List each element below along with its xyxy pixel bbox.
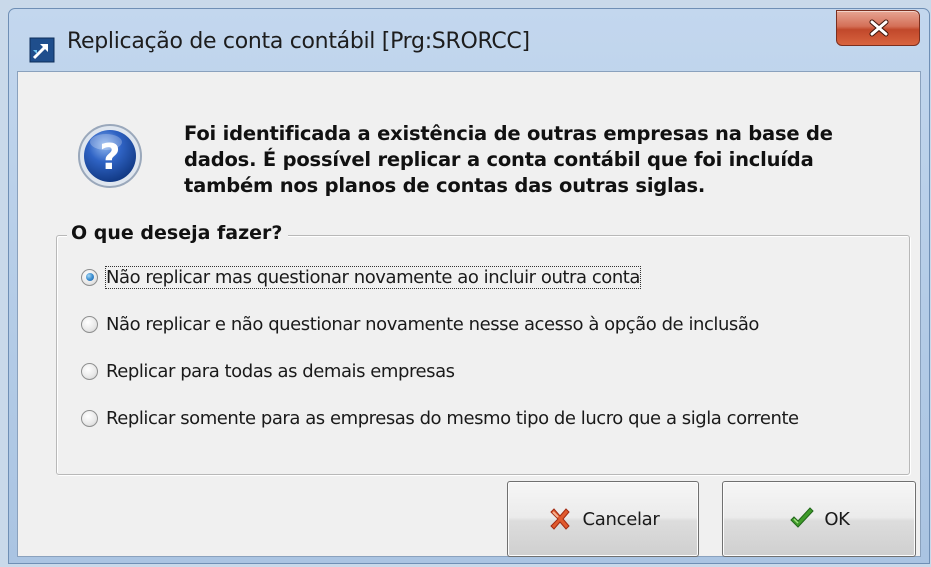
options-groupbox: O que deseja fazer? Não replicar mas que… xyxy=(56,222,910,475)
radio-option-replicate-same-profit-type[interactable]: Replicar somente para as empresas do mes… xyxy=(81,404,799,432)
close-button[interactable] xyxy=(836,10,920,46)
cancel-button[interactable]: Cancelar xyxy=(507,481,699,557)
message-line: dados. É possível replicar a conta contá… xyxy=(184,148,814,171)
ok-label: OK xyxy=(824,508,850,530)
message-line: também nos planos de contas das outras s… xyxy=(184,174,706,197)
radio-option-replicate-all[interactable]: Replicar para todas as demais empresas xyxy=(81,357,455,385)
question-icon: ? xyxy=(76,122,144,190)
info-message: Foi identificada a existência de outras … xyxy=(184,121,904,199)
close-icon xyxy=(869,19,889,37)
radio-label[interactable]: Não replicar e não questionar novamente … xyxy=(106,314,759,335)
dialog-window: Replicação de conta contábil [Prg:SRORCC… xyxy=(8,8,930,564)
message-line: Foi identificada a existência de outras … xyxy=(184,122,833,145)
cancel-label: Cancelar xyxy=(582,508,660,530)
title-bar[interactable]: Replicação de conta contábil [Prg:SRORCC… xyxy=(9,9,929,71)
radio-button-selected[interactable] xyxy=(81,268,98,286)
green-checkmark-icon xyxy=(790,507,815,528)
svg-text:?: ? xyxy=(100,137,121,178)
radio-option-no-replicate-ask-again[interactable]: Não replicar mas questionar novamente ao… xyxy=(81,263,641,291)
radio-label[interactable]: Replicar para todas as demais empresas xyxy=(106,361,455,382)
app-arrow-icon xyxy=(29,37,55,63)
dialog-body: ? Foi identificada a existência de outra… xyxy=(17,71,921,557)
radio-label[interactable]: Replicar somente para as empresas do mes… xyxy=(106,408,799,429)
radio-button[interactable] xyxy=(81,315,98,333)
ok-button[interactable]: OK xyxy=(722,481,916,557)
groupbox-title: O que deseja fazer? xyxy=(67,222,289,244)
radio-button[interactable] xyxy=(81,409,98,427)
radio-option-no-replicate-no-ask[interactable]: Não replicar e não questionar novamente … xyxy=(81,310,759,338)
window-title: Replicação de conta contábil [Prg:SRORCC… xyxy=(67,29,530,54)
red-x-cancel-icon xyxy=(550,508,571,530)
radio-button[interactable] xyxy=(81,362,98,380)
radio-label[interactable]: Não replicar mas questionar novamente ao… xyxy=(105,265,641,289)
